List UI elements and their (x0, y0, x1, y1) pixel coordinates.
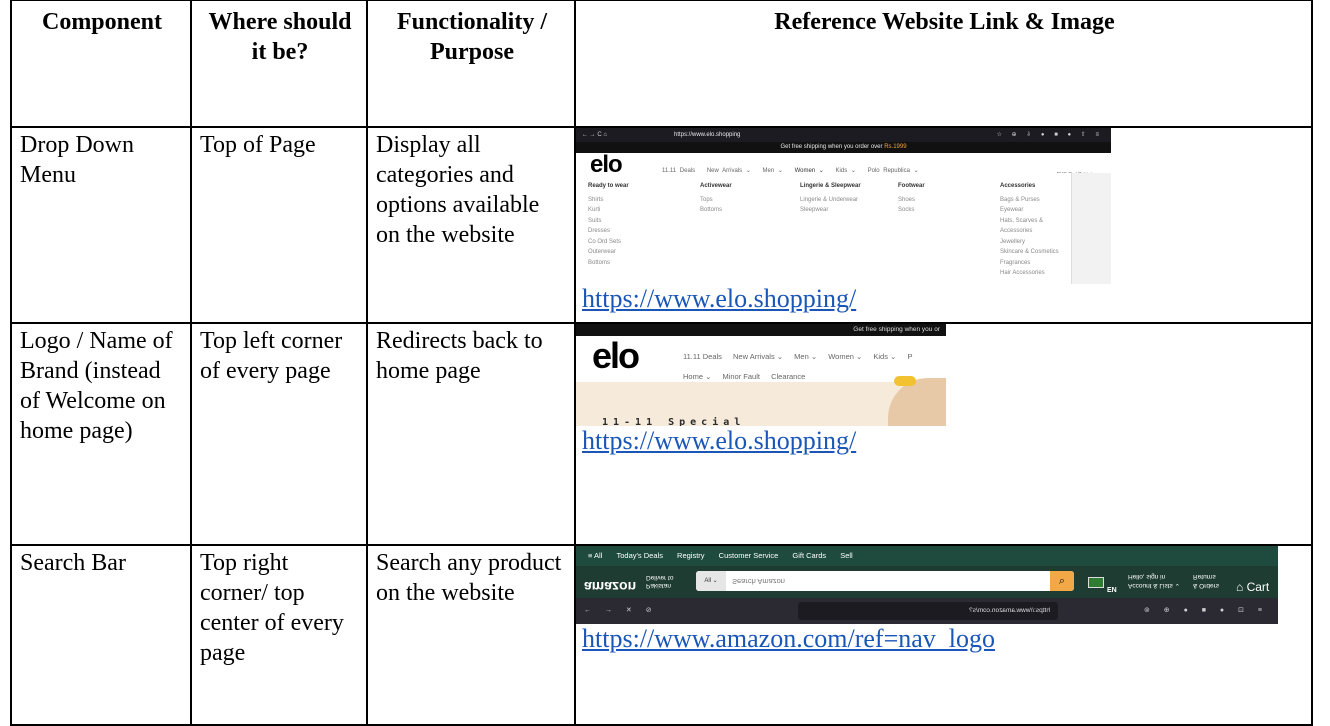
cell-reference: Get free shipping when you or elo GENUIN… (574, 322, 1313, 546)
search-bar: All ⌄ Search Amazon ⌕ (696, 571, 1074, 591)
cell-component: Drop Down Menu (10, 126, 192, 324)
cell-component: Logo / Name of Brand (instead of Welcome… (10, 322, 192, 546)
returns-orders: & Orders Returns (1193, 573, 1220, 589)
flag-icon (1088, 577, 1104, 588)
browser-url: https://www.elo.shopping (674, 132, 741, 138)
requirements-table: Component Where should it be? Functional… (10, 0, 1313, 726)
header-row: Component Where should it be? Functional… (10, 0, 1313, 128)
dropdown-column: Accessories Bags & Purses Eyewear Hats, … (1000, 183, 1059, 276)
cell-where: Top left corner of every page (190, 322, 368, 546)
header-component: Component (10, 0, 192, 128)
amazon-nav-links: ≡ All Today's Deals Registry Customer Se… (576, 546, 1278, 566)
dropdown-column: Ready to wear Shirts Kurti Suits Dresses… (588, 183, 629, 266)
table-row: Search Bar Top right corner/ top center … (10, 544, 1313, 726)
hero-text: 11-11 Special (602, 417, 746, 426)
search-icon: ⌕ (1050, 571, 1074, 591)
site-header: elo 11.11 Deals New Arrivals ⌄ Men ⌄ Wom… (576, 151, 1111, 179)
header-where: Where should it be? (190, 0, 368, 128)
table-row: Logo / Name of Brand (instead of Welcome… (10, 322, 1313, 546)
browser-nav-icons: ← → C ⌂ (582, 132, 607, 138)
header-reference: Reference Website Link & Image (574, 0, 1313, 128)
cell-purpose: Redirects back to home page (366, 322, 576, 546)
browser-nav-icons: ← → ✕ ⊘ (584, 607, 658, 614)
cell-reference: ≡ All Today's Deals Registry Customer Se… (574, 544, 1313, 726)
cell-purpose: Display all categories and options avail… (366, 126, 576, 324)
browser-toolbar: ← → ✕ ⊘ https://www.amazon.com/s?k=amazo… (576, 598, 1278, 624)
cell-where: Top of Page (190, 126, 368, 324)
browser-toolbar: ← → C ⌂ https://www.elo.shopping ☆ ⊕ ⇩ ●… (576, 128, 1111, 142)
dropdown-column: Footwear Shoes Socks (898, 183, 925, 213)
table-row: Drop Down Menu Top of Page Display all c… (10, 126, 1313, 324)
hair-bow (894, 376, 916, 386)
account-menu: Account & Lists ⌄ Hello, sign in (1128, 573, 1181, 589)
elo-logo-screenshot: Get free shipping when you or elo GENUIN… (576, 324, 946, 426)
browser-url: https://www.amazon.com/s?k=amazon+shoppi… (798, 602, 1058, 620)
amazon-search-screenshot: ≡ All Today's Deals Registry Customer Se… (576, 546, 1278, 624)
cell-reference: ← → C ⌂ https://www.elo.shopping ☆ ⊕ ⇩ ●… (574, 126, 1313, 324)
amazon-header: amazon Pakistan Deliver to All ⌄ Search … (576, 566, 1278, 598)
reference-link[interactable]: https://www.elo.shopping/ (576, 426, 1311, 456)
dropdown-column: Activewear Tops Bottoms (700, 183, 732, 213)
hero-banner: 11-11 Special (576, 376, 946, 426)
browser-extension-icons: ⊚ ⊕ ● ■ ● ⊡ ≡ (1143, 607, 1268, 614)
promo-banner: Get free shipping when you order over Rs… (576, 142, 1111, 153)
search-scope-select: All ⌄ (696, 571, 726, 591)
cell-component: Search Bar (10, 544, 192, 726)
deliver-to: Pakistan Deliver to (646, 574, 674, 589)
reference-link[interactable]: https://www.elo.shopping/ (576, 284, 1311, 314)
cell-where: Top right corner/ top center of every pa… (190, 544, 368, 726)
cell-purpose: Search any product on the website (366, 544, 576, 726)
elo-logo: elo (592, 335, 640, 376)
reference-link[interactable]: https://www.amazon.com/ref=nav_logo (576, 624, 1311, 654)
dropdown-panel: Ready to wear Shirts Kurti Suits Dresses… (576, 173, 1111, 284)
elo-dropdown-screenshot: ← → C ⌂ https://www.elo.shopping ☆ ⊕ ⇩ ●… (576, 128, 1111, 284)
search-input: Search Amazon (732, 577, 785, 586)
header-purpose: Functionality / Purpose (366, 0, 576, 128)
elo-logo: elo (590, 151, 623, 178)
dropdown-column: Lingerie & Sleepwear Lingerie & Underwea… (800, 183, 861, 213)
browser-extension-icons: ☆ ⊕ ⇩ ● ■ ● ⇧ ≡ (996, 132, 1103, 138)
